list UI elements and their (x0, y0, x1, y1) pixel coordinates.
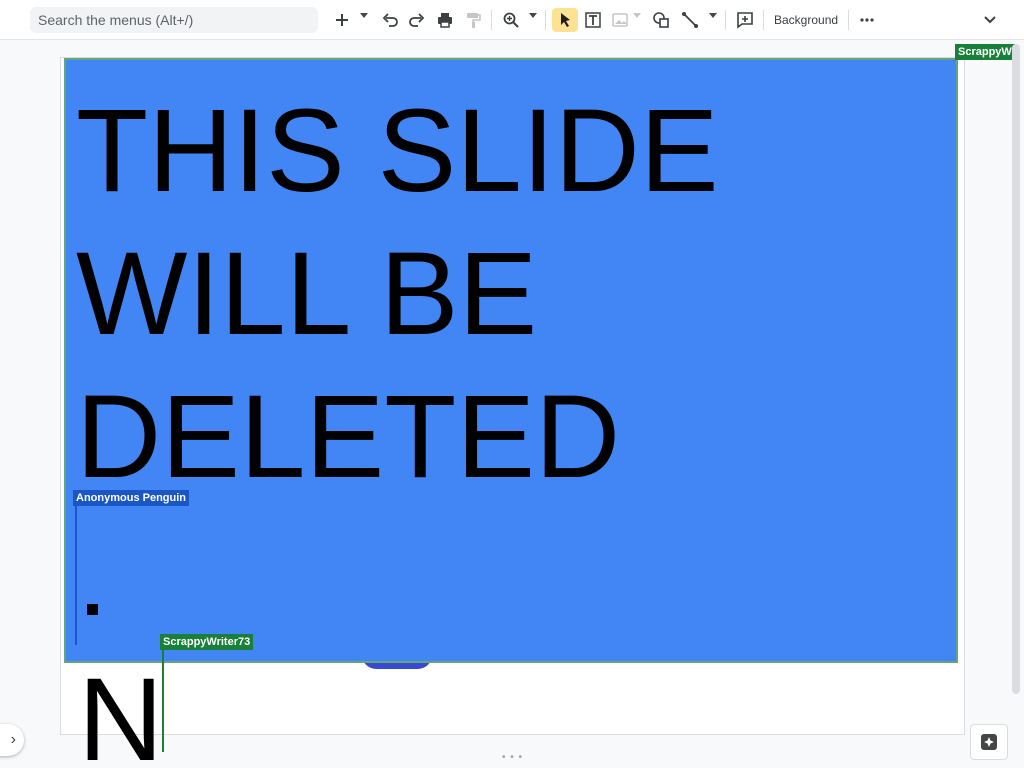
explore-icon (981, 734, 997, 750)
black-square-bullet (87, 604, 98, 615)
print-icon[interactable] (433, 8, 457, 32)
line-dropdown-caret[interactable] (709, 13, 717, 18)
toolbar-divider (725, 10, 726, 30)
select-icon[interactable] (552, 8, 578, 32)
scrappy-cursor-flag: ScrappyWriter73 (160, 634, 254, 650)
redo-icon[interactable] (405, 8, 429, 32)
collapse-icon[interactable] (978, 8, 1002, 32)
toolbar-divider (491, 10, 492, 30)
textbox-icon[interactable] (581, 8, 605, 32)
add-icon[interactable] (330, 8, 354, 32)
toolbar: Search the menus (Alt+/) Background (0, 0, 1024, 40)
search-menus-input[interactable]: Search the menus (Alt+/) (30, 7, 318, 33)
search-placeholder: Search the menus (Alt+/) (38, 12, 194, 28)
slide-text[interactable]: THIS SLIDE WILL BE DELETED (76, 80, 776, 509)
add-dropdown-caret[interactable] (360, 13, 368, 18)
slide-text-line: THIS SLIDE (76, 85, 719, 217)
image-icon[interactable] (609, 8, 631, 32)
paint-format-icon[interactable] (461, 8, 485, 32)
undo-icon[interactable] (378, 8, 402, 32)
explore-button[interactable] (970, 724, 1008, 760)
shape-icon[interactable] (649, 8, 673, 32)
vertical-scrollbar[interactable] (1012, 44, 1020, 694)
comment-icon[interactable] (733, 8, 757, 32)
image-dropdown-caret[interactable] (633, 13, 641, 18)
penguin-cursor-flag: Anonymous Penguin (73, 490, 189, 506)
scrappy-top-cursor-flag: ScrappyW (955, 44, 1015, 60)
background-button[interactable]: Background (774, 8, 838, 32)
overflow-letter[interactable]: N (78, 650, 163, 768)
line-icon[interactable] (678, 8, 702, 32)
slide-text-line: DELETED (76, 371, 621, 503)
chevron-right-icon: › (10, 731, 16, 748)
toolbar-divider (848, 10, 849, 30)
zoom-dropdown-caret[interactable] (529, 13, 537, 18)
slide-text-line: WILL BE (76, 228, 538, 360)
toolbar-divider (545, 10, 546, 30)
resize-grip-icon[interactable]: • • • (502, 752, 523, 763)
penguin-cursor-line (75, 505, 77, 645)
more-icon[interactable] (856, 8, 878, 32)
toolbar-divider (763, 10, 764, 30)
scrappy-cursor-line (162, 650, 164, 752)
zoom-icon[interactable] (499, 8, 523, 32)
